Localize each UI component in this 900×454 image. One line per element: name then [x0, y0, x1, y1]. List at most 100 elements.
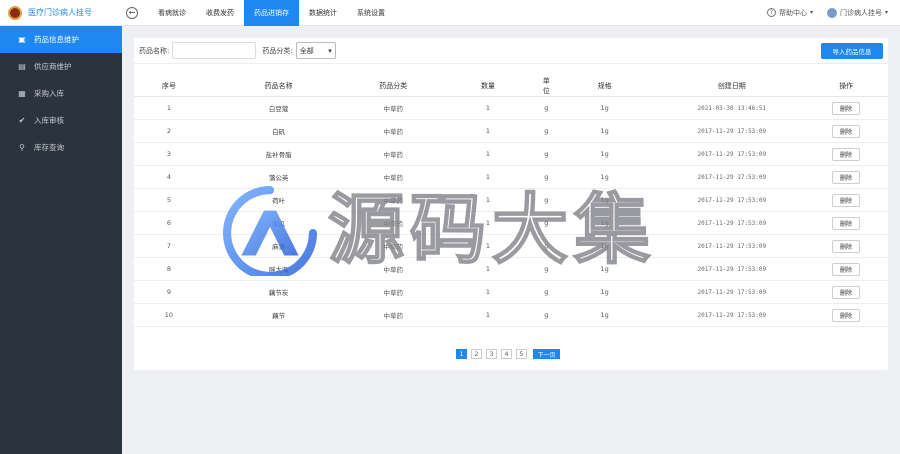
sidebar-item-label: 药品信息维护 [34, 35, 79, 44]
page-button-3[interactable]: 3 [486, 349, 497, 359]
check-icon: ✔ [18, 116, 26, 125]
delete-button[interactable]: 删除 [832, 308, 861, 322]
delete-button[interactable]: 删除 [832, 262, 861, 276]
chevron-down-icon: ▾ [884, 9, 888, 16]
table-cell: g [542, 165, 550, 189]
table-cell: 2017-11-29 17:53:09 [659, 119, 805, 143]
sidebar-item-label: 库存查询 [34, 143, 64, 152]
back-arrow-icon[interactable]: ← [126, 6, 138, 19]
action-cell: 删除 [804, 303, 888, 327]
table-cell: 2017-11-29 17:53:09 [659, 188, 805, 212]
table-cell: 5 [134, 188, 204, 212]
sidebar-item-review[interactable]: ✔ 入库审核 [0, 107, 122, 134]
sidebar-item-inventory[interactable]: ⚲ 库存查询 [0, 134, 122, 161]
table-cell: 中草药 [353, 165, 434, 189]
page-button-1[interactable]: 1 [456, 349, 467, 359]
user-menu[interactable]: 门诊病人挂号 ▾ [826, 7, 888, 18]
tab-consult[interactable]: 看病就诊 [148, 0, 196, 26]
table-row: 9 藕节炭 中草药 1 g 1g 2017-11-29 17:53:09 删除 [134, 280, 888, 304]
action-cell: 删除 [804, 142, 888, 166]
drug-category-select[interactable]: 全部 ▾ [295, 42, 336, 59]
sidebar-item-label: 采购入库 [34, 89, 64, 98]
table-cell: 10 [134, 303, 204, 327]
table-cell: 2017-11-29 17:53:09 [659, 303, 805, 327]
table-cell: 藕节炭 [203, 280, 354, 304]
drug-name-input[interactable] [172, 42, 257, 59]
tab-drug-stock[interactable]: 药品进销存 [244, 0, 299, 26]
filter-bar: 药品名称: 药品分类: 全部 ▾ 导入药品信息 [134, 38, 888, 64]
delete-button[interactable]: 删除 [832, 216, 861, 230]
table-cell: 9 [134, 280, 204, 304]
tab-settings[interactable]: 系统设置 [347, 0, 395, 26]
tab-statistics[interactable]: 数据统计 [299, 0, 347, 26]
table-cell: 麻黄 [203, 234, 354, 258]
table-cell: 中草药 [353, 119, 434, 143]
table-cell: 藕节 [203, 303, 354, 327]
table-row: 5 荷叶 中草药 1 g 1g 2017-11-29 17:53:09 删除 [134, 188, 888, 212]
table-cell: 4 [134, 165, 204, 189]
table-row: 10 藕节 中草药 1 g 1g 2017-11-29 17:53:09 删除 [134, 303, 888, 327]
sidebar: 医疗门诊病人挂号 ▣ 药品信息维护 ▤ 供应商维护 ▦ 采购入库 ✔ 入库审核 … [0, 0, 122, 454]
chevron-down-icon: ▾ [809, 9, 813, 16]
table-cell: 1 [433, 96, 543, 120]
table-cell: 8 [134, 257, 204, 281]
table-cell: 1 [433, 211, 543, 235]
delete-button[interactable]: 删除 [832, 239, 861, 253]
action-cell: 删除 [804, 96, 888, 120]
page-button-4[interactable]: 4 [501, 349, 512, 359]
chevron-down-icon: ▾ [328, 46, 332, 55]
right-tools: ? 帮助中心 ▾ 门诊病人挂号 ▾ [766, 0, 900, 26]
action-cell: 删除 [804, 280, 888, 304]
table-cell: g [542, 211, 550, 235]
action-cell: 删除 [804, 234, 888, 258]
delete-button[interactable]: 删除 [832, 124, 861, 138]
help-center-link[interactable]: ? 帮助中心 ▾ [766, 8, 813, 18]
col-header: 单位 [542, 76, 550, 97]
table-cell: g [542, 142, 550, 166]
table-cell: g [542, 280, 550, 304]
table-cell: 1g [549, 303, 660, 327]
table-cell: 中草药 [353, 257, 434, 281]
table-cell: 1 [433, 142, 543, 166]
table-cell: 中草药 [353, 280, 434, 304]
next-page-button[interactable]: 下一页 [533, 349, 560, 359]
table-cell: 2017-11-29 17:53:09 [659, 165, 805, 189]
table-row: 4 蒲公英 中草药 1 g 1g 2017-11-29 17:53:09 删除 [134, 165, 888, 189]
sidebar-menu: ▣ 药品信息维护 ▤ 供应商维护 ▦ 采购入库 ✔ 入库审核 ⚲ 库存查询 [0, 26, 122, 161]
table-cell: 1g [549, 96, 660, 120]
delete-button[interactable]: 删除 [832, 285, 861, 299]
delete-button[interactable]: 删除 [832, 193, 861, 207]
delete-button[interactable]: 删除 [832, 170, 861, 184]
action-cell: 删除 [804, 165, 888, 189]
pagination: 1 2 3 4 5 下一页 [456, 349, 560, 359]
table-cell: 2017-11-29 17:53:09 [659, 234, 805, 258]
cart-icon: ▦ [18, 89, 26, 98]
app-title: 医疗门诊病人挂号 [28, 8, 92, 17]
search-icon: ⚲ [19, 143, 25, 152]
user-name: 门诊病人挂号 [839, 8, 882, 17]
top-nav: 看病就诊 收费发药 药品进销存 数据统计 系统设置 [148, 0, 395, 26]
tab-charge[interactable]: 收费发药 [196, 0, 244, 26]
sidebar-item-supplier[interactable]: ▤ 供应商维护 [0, 53, 122, 80]
sidebar-item-label: 入库审核 [34, 116, 64, 125]
table-cell: 1g [549, 165, 660, 189]
table-cell: 盐补骨脂 [203, 142, 354, 166]
import-drug-button[interactable]: 导入药品信息 [821, 42, 883, 59]
table-cell: 6 [134, 211, 204, 235]
table-cell: 1g [549, 211, 660, 235]
sidebar-item-drug-info[interactable]: ▣ 药品信息维护 [0, 26, 122, 53]
table-cell: 白矾 [203, 119, 354, 143]
col-header: 创建日期 [659, 76, 805, 97]
page-button-5[interactable]: 5 [516, 349, 527, 359]
table-cell: 7 [134, 234, 204, 258]
table-cell: 1 [433, 257, 543, 281]
help-label: 帮助中心 [778, 8, 807, 17]
page-button-2[interactable]: 2 [471, 349, 482, 359]
delete-button[interactable]: 删除 [832, 101, 861, 115]
table-cell: 2017-11-29 17:53:09 [659, 142, 805, 166]
sidebar-item-purchase[interactable]: ▦ 采购入库 [0, 80, 122, 107]
top-bar: ← 看病就诊 收费发药 药品进销存 数据统计 系统设置 ? 帮助中心 ▾ 门诊病… [122, 0, 900, 26]
table-cell: 木瓜 [203, 211, 354, 235]
delete-button[interactable]: 删除 [832, 147, 861, 161]
col-header: 数量 [433, 76, 543, 97]
